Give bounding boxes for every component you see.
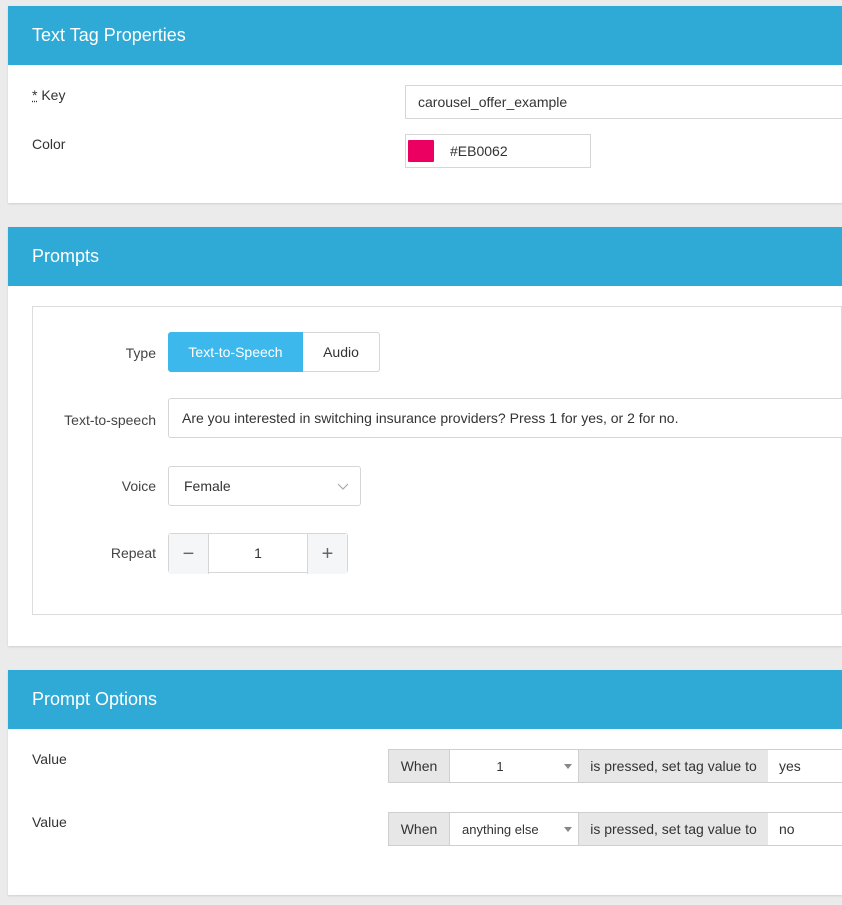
when-addon: When bbox=[388, 749, 450, 783]
prompts-panel: Prompts Type Text-to-Speech Audio Text-t… bbox=[8, 227, 842, 646]
panel-title: Prompt Options bbox=[32, 689, 158, 709]
text-tag-properties-header: Text Tag Properties bbox=[8, 6, 842, 65]
color-label: Color bbox=[32, 136, 66, 152]
key-input[interactable]: carousel_offer_example bbox=[405, 85, 842, 119]
color-swatch[interactable] bbox=[408, 140, 434, 162]
prompt-options-header: Prompt Options bbox=[8, 670, 842, 729]
when-addon: When bbox=[388, 812, 450, 846]
tag-value: no bbox=[779, 821, 795, 837]
tts-input-value: Are you interested in switching insuranc… bbox=[182, 410, 679, 426]
repeat-label: Repeat bbox=[110, 545, 156, 561]
prompt-options-panel: Prompt Options Value When 1 is pressed, … bbox=[8, 670, 842, 895]
caret-down-icon bbox=[564, 764, 572, 769]
tts-label: Text-to-speech bbox=[64, 412, 156, 428]
increment-button[interactable]: + bbox=[307, 534, 347, 574]
minus-icon: − bbox=[182, 542, 195, 565]
tag-value: yes bbox=[779, 758, 801, 774]
plus-icon: + bbox=[321, 542, 334, 565]
key-label-text: Key bbox=[41, 87, 66, 103]
chevron-down-icon bbox=[337, 483, 349, 490]
type-label: Type bbox=[125, 345, 156, 361]
caret-down-icon bbox=[564, 827, 572, 832]
value-label: Value bbox=[32, 751, 67, 767]
prompt-settings-box: Type Text-to-Speech Audio Text-to-speech… bbox=[32, 306, 842, 615]
panel-title: Prompts bbox=[32, 246, 100, 266]
key-select[interactable]: 1 bbox=[450, 749, 579, 783]
repeat-value[interactable]: 1 bbox=[209, 545, 307, 561]
tts-input[interactable]: Are you interested in switching insuranc… bbox=[168, 398, 842, 438]
key-label: * Key bbox=[32, 87, 65, 103]
pressed-addon: is pressed, set tag value to bbox=[578, 812, 769, 846]
key-input-value: carousel_offer_example bbox=[418, 94, 568, 110]
tag-value-input[interactable]: no bbox=[768, 812, 842, 846]
key-select-value: 1 bbox=[496, 758, 504, 774]
text-tag-properties-panel: Text Tag Properties * Key carousel_offer… bbox=[8, 6, 842, 203]
voice-select[interactable]: Female bbox=[168, 466, 361, 506]
value-label: Value bbox=[32, 814, 67, 830]
panel-title: Text Tag Properties bbox=[32, 25, 186, 45]
pressed-addon: is pressed, set tag value to bbox=[578, 749, 769, 783]
key-select-value: anything else bbox=[462, 821, 539, 837]
type-audio-button[interactable]: Audio bbox=[303, 332, 380, 372]
decrement-button[interactable]: − bbox=[169, 534, 209, 574]
tag-value-input[interactable]: yes bbox=[768, 749, 842, 783]
key-select[interactable]: anything else bbox=[450, 812, 579, 846]
repeat-stepper: − 1 + bbox=[168, 533, 348, 574]
color-value: #EB0062 bbox=[450, 143, 508, 159]
voice-label: Voice bbox=[121, 478, 156, 494]
prompts-header: Prompts bbox=[8, 227, 842, 286]
required-marker: * bbox=[32, 87, 38, 103]
color-picker[interactable]: #EB0062 bbox=[405, 134, 591, 168]
voice-select-value: Female bbox=[184, 478, 231, 494]
type-text-to-speech-button[interactable]: Text-to-Speech bbox=[168, 332, 303, 372]
